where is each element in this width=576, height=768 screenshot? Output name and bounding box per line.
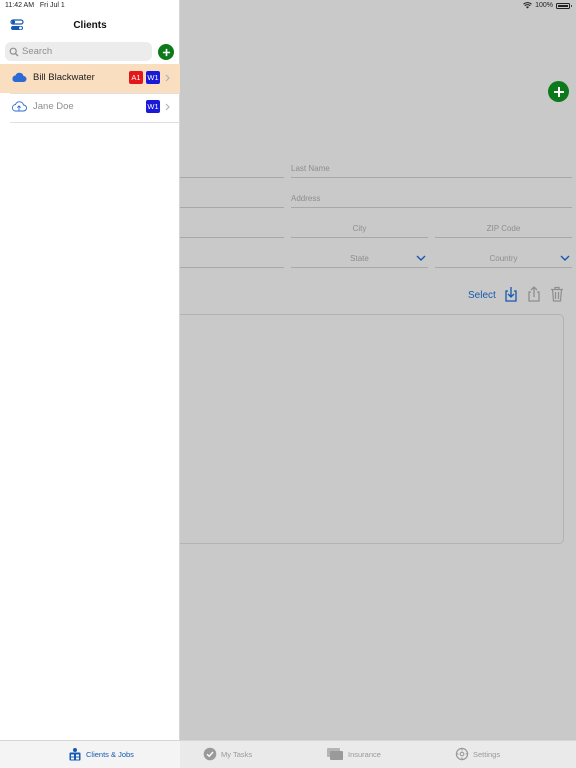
last-name-field[interactable]: Last Name — [291, 164, 572, 178]
tab-label: My Tasks — [221, 749, 253, 759]
battery-icon — [556, 2, 572, 9]
notes-area[interactable] — [170, 314, 564, 544]
email-field[interactable] — [180, 254, 284, 268]
plus-icon — [553, 86, 564, 97]
client-name: Jane Doe — [33, 101, 74, 112]
chevron-down-icon — [416, 255, 426, 261]
state-select[interactable]: State — [291, 254, 428, 268]
checkmark-circle-icon — [203, 747, 217, 761]
client-badge: W1 — [146, 100, 160, 113]
tab-settings[interactable]: Settings — [455, 747, 500, 761]
chevron-right-icon — [165, 74, 170, 82]
search-input[interactable] — [22, 46, 142, 57]
client-badge: W1 — [146, 71, 160, 84]
company-field[interactable] — [180, 194, 284, 208]
wifi-icon — [523, 2, 532, 9]
tab-bar: Clients & Jobs My Tasks Insurance Settin… — [0, 740, 576, 768]
row-divider — [10, 122, 180, 123]
search-bar[interactable] — [5, 42, 152, 61]
battery-percent: 100% — [535, 2, 553, 9]
country-placeholder: Country — [489, 254, 518, 263]
status-right: 100% — [523, 2, 572, 9]
phone-field[interactable] — [180, 224, 284, 238]
tab-insurance[interactable]: Insurance — [326, 747, 381, 761]
share-icon[interactable] — [527, 286, 541, 302]
client-name: Bill Blackwater — [33, 72, 95, 83]
last-name-placeholder: Last Name — [291, 164, 330, 173]
first-name-field[interactable] — [180, 164, 284, 178]
clients-sidebar: Clients Bill Blackwater A1 W1 Jane Doe W… — [0, 0, 180, 740]
address-field[interactable]: Address — [291, 194, 572, 208]
select-button[interactable]: Select — [468, 290, 496, 301]
chevron-down-icon — [560, 255, 570, 261]
chevron-right-icon — [165, 103, 170, 111]
sidebar-title: Clients — [73, 20, 107, 31]
tab-my-tasks[interactable]: My Tasks — [203, 747, 252, 761]
cloud-synced-icon — [12, 72, 27, 82]
status-time: 11:42 AM Fri Jul 1 — [5, 2, 65, 9]
state-placeholder: State — [350, 254, 369, 263]
tab-label: Settings — [473, 749, 501, 759]
zip-code-placeholder: ZIP Code — [486, 224, 521, 233]
clients-jobs-icon — [69, 748, 81, 761]
add-job-button[interactable] — [548, 81, 569, 102]
client-row-bill-blackwater[interactable]: Bill Blackwater A1 W1 — [0, 64, 180, 93]
trash-icon[interactable] — [550, 286, 564, 302]
tab-label: Insurance — [348, 749, 381, 759]
country-select[interactable]: Country — [435, 254, 572, 268]
search-icon — [9, 47, 19, 56]
zip-code-field[interactable]: ZIP Code — [435, 224, 572, 238]
client-badge: A1 — [129, 71, 143, 84]
documents-icon — [327, 748, 343, 760]
city-placeholder: City — [352, 224, 367, 233]
gear-icon — [455, 747, 469, 761]
address-placeholder: Address — [291, 194, 321, 203]
add-client-button[interactable] — [158, 44, 174, 60]
download-icon[interactable] — [504, 286, 518, 302]
city-field[interactable]: City — [291, 224, 428, 238]
tab-label: Clients & Jobs — [86, 749, 134, 759]
status-bar: 11:42 AM Fri Jul 1 100% — [0, 0, 576, 12]
plus-icon — [162, 48, 170, 56]
tab-clients-jobs[interactable]: Clients & Jobs — [68, 747, 134, 761]
cloud-upload-icon — [12, 101, 27, 112]
client-row-jane-doe[interactable]: Jane Doe W1 — [0, 93, 180, 122]
